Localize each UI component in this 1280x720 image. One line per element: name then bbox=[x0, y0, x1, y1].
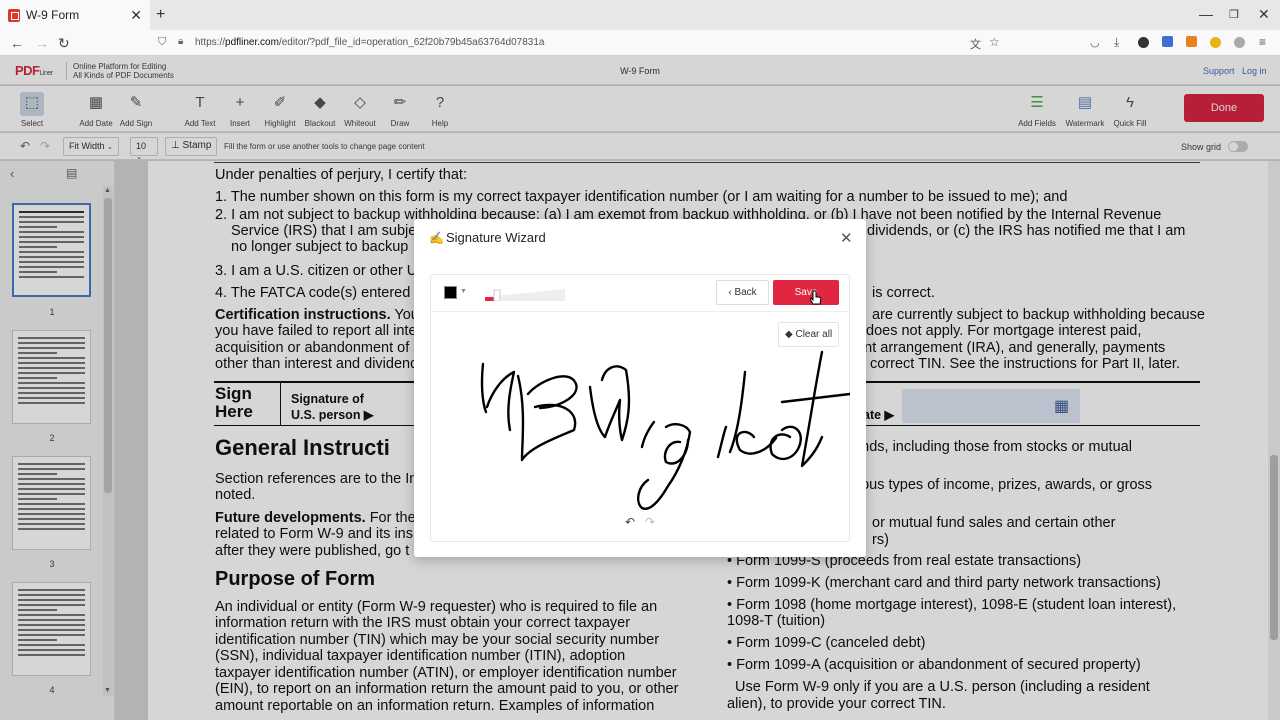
translate-extension-icon[interactable] bbox=[1162, 36, 1173, 47]
minimize-icon[interactable]: — bbox=[1199, 6, 1213, 22]
new-tab-icon[interactable]: + bbox=[156, 6, 165, 24]
chevron-left-icon: ‹ bbox=[728, 287, 732, 298]
tab-close-icon[interactable]: ✕ bbox=[130, 7, 142, 24]
window-close-icon[interactable]: ✕ bbox=[1258, 6, 1270, 23]
reload-icon[interactable]: ↻ bbox=[58, 35, 70, 52]
back-button[interactable]: ‹ Back bbox=[716, 280, 769, 305]
slider-handle[interactable] bbox=[493, 289, 501, 301]
coin-extension-icon[interactable] bbox=[1210, 37, 1221, 48]
chevron-down-icon[interactable]: ▼ bbox=[460, 288, 467, 295]
browser-tab-bar bbox=[0, 0, 1280, 30]
redo-stroke-icon[interactable]: ↷ bbox=[645, 515, 655, 529]
pdf-file-icon bbox=[8, 8, 20, 22]
translate-icon[interactable]: 文 bbox=[970, 36, 981, 52]
pen-width-slider[interactable] bbox=[483, 287, 565, 301]
dialog-title: Signature Wizard bbox=[446, 230, 546, 245]
download-icon[interactable]: ⤓ bbox=[1114, 35, 1119, 50]
pocket-icon[interactable]: ◡ bbox=[1090, 36, 1100, 49]
undo-stroke-icon[interactable]: ↶ bbox=[625, 515, 635, 529]
pen-color-picker[interactable] bbox=[444, 286, 457, 299]
tab-title: W-9 Form bbox=[26, 8, 80, 22]
save-button[interactable]: Save bbox=[773, 280, 839, 305]
lock-icon[interactable]: 🔒︎ bbox=[178, 36, 183, 47]
forward-arrow-icon[interactable]: → bbox=[35, 35, 49, 51]
back-arrow-icon[interactable]: ← bbox=[10, 35, 24, 51]
bookmark-star-icon[interactable]: ☆ bbox=[989, 35, 1000, 49]
extension-icon[interactable] bbox=[1138, 37, 1149, 48]
browser-tab[interactable]: W-9 Form ✕ bbox=[0, 0, 150, 30]
hand-cursor-icon bbox=[810, 290, 822, 305]
profile-icon[interactable] bbox=[1234, 37, 1245, 48]
url-text[interactable]: https://pdfliner.com/editor/?pdf_file_id… bbox=[195, 37, 544, 48]
restore-icon[interactable]: ❐ bbox=[1229, 8, 1239, 21]
metamask-icon[interactable] bbox=[1186, 36, 1197, 47]
close-icon[interactable]: ✕ bbox=[840, 229, 853, 247]
menu-icon[interactable]: ≡ bbox=[1259, 35, 1266, 49]
shield-icon[interactable]: ⛉ bbox=[158, 36, 166, 49]
drawn-signature bbox=[480, 350, 850, 510]
signature-pen-icon: ✍ bbox=[429, 231, 444, 245]
